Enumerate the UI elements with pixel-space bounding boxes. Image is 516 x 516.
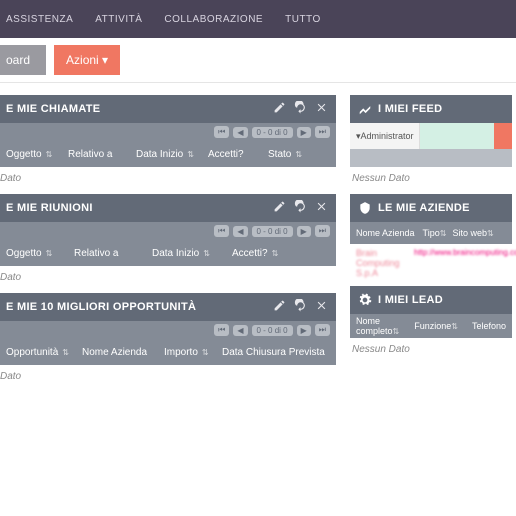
shield-icon <box>358 201 372 215</box>
col-stato[interactable]: Stato⇅ <box>268 149 316 160</box>
col-relativo[interactable]: Relativo a <box>74 248 152 259</box>
col-nome-azienda[interactable]: Nome Azienda <box>82 347 164 358</box>
pager-range: 0 - 0 di 0 <box>252 127 293 138</box>
table-row[interactable]: Brain Computing S.p.A http://www.brainco… <box>350 244 512 282</box>
col-telefono[interactable]: Telefono <box>472 321 506 331</box>
col-accetti[interactable]: Accetti? <box>208 149 268 160</box>
panel-title: E MIE CHIAMATE <box>6 103 273 115</box>
col-accetti[interactable]: Accetti?⇅ <box>232 248 292 259</box>
pager-first-icon[interactable]: ⏮ <box>214 126 229 138</box>
pager: ⏮ ◀ 0 - 0 di 0 ▶ ⏭ <box>0 222 336 240</box>
panel-opportunities: E MIE 10 MIGLIORI OPPORTUNITÀ ⏮ ◀ 0 - 0 … <box>0 293 336 388</box>
pager-first-icon[interactable]: ⏮ <box>214 225 229 237</box>
refresh-icon[interactable] <box>294 101 307 117</box>
feed-input[interactable] <box>420 123 494 149</box>
edit-icon[interactable] <box>273 299 286 315</box>
close-icon[interactable] <box>315 101 328 117</box>
col-relativo[interactable]: Relativo a <box>68 149 136 160</box>
col-oggetto[interactable]: Oggetto⇅ <box>6 149 68 160</box>
panel-aziende: LE MIE AZIENDE Nome Azienda Tipo⇅ Sito w… <box>350 194 512 282</box>
nav-tutto[interactable]: TUTTO <box>285 14 321 25</box>
no-data: Nessun Dato <box>350 338 512 361</box>
pager-prev-icon[interactable]: ◀ <box>233 127 247 138</box>
cell-name: Brain Computing S.p.A <box>356 248 396 278</box>
nav-assistenza[interactable]: ASSISTENZA <box>6 14 73 25</box>
sub-bar: oard Azioni ▾ <box>0 38 516 83</box>
feed-row: ▾Administrator <box>350 123 512 149</box>
col-funzione[interactable]: Funzione⇅ <box>414 321 458 331</box>
no-data: Dato <box>0 167 336 190</box>
pager-next-icon[interactable]: ▶ <box>297 226 311 237</box>
panel-title: I MIEI LEAD <box>378 294 504 306</box>
top-nav: ASSISTENZA ATTIVITÀ COLLABORAZIONE TUTTO <box>0 0 516 38</box>
pager-next-icon[interactable]: ▶ <box>297 127 311 138</box>
column-headers: Nome Azienda Tipo⇅ Sito web⇅ <box>350 222 512 244</box>
panel-title: LE MIE AZIENDE <box>378 202 504 214</box>
col-data-chiusura[interactable]: Data Chiusura Prevista <box>222 347 328 358</box>
pager: ⏮ ◀ 0 - 0 di 0 ▶ ⏭ <box>0 321 336 339</box>
no-data: Dato <box>0 266 336 289</box>
no-data: Dato <box>0 365 336 388</box>
pager-range: 0 - 0 di 0 <box>252 325 293 336</box>
column-headers: Oggetto⇅ Relativo a Data Inizio⇅ Accetti… <box>0 240 336 266</box>
col-opportunita[interactable]: Opportunità⇅ <box>6 347 82 358</box>
panel-leads: I MIEI LEAD Nome completo⇅ Funzione⇅ Tel… <box>350 286 512 361</box>
edit-icon[interactable] <box>273 200 286 216</box>
column-headers: Opportunità⇅ Nome Azienda Importo⇅ Data … <box>0 339 336 365</box>
refresh-icon[interactable] <box>294 200 307 216</box>
col-oggetto[interactable]: Oggetto⇅ <box>6 248 74 259</box>
column-headers: Oggetto⇅ Relativo a Data Inizio⇅ Accetti… <box>0 141 336 167</box>
no-data: Nessun Dato <box>350 167 512 190</box>
pager-first-icon[interactable]: ⏮ <box>214 324 229 336</box>
pager-range: 0 - 0 di 0 <box>252 226 293 237</box>
pager-next-icon[interactable]: ▶ <box>297 325 311 336</box>
pager-prev-icon[interactable]: ◀ <box>233 325 247 336</box>
nav-attivita[interactable]: ATTIVITÀ <box>95 14 142 25</box>
panel-title: E MIE RIUNIONI <box>6 202 273 214</box>
column-headers: Nome completo⇅ Funzione⇅ Telefono <box>350 314 512 338</box>
edit-icon[interactable] <box>273 101 286 117</box>
pager-last-icon[interactable]: ⏭ <box>315 225 330 237</box>
panel-feed: I MIEI FEED ▾Administrator Nessun Dato <box>350 95 512 190</box>
panel-title: I MIEI FEED <box>378 103 504 115</box>
col-nome-completo[interactable]: Nome completo⇅ <box>356 316 400 336</box>
col-sito-web[interactable]: Sito web⇅ <box>452 228 493 238</box>
feed-admin[interactable]: ▾Administrator <box>350 123 420 149</box>
col-tipo[interactable]: Tipo⇅ <box>423 228 447 238</box>
col-data-inizio[interactable]: Data Inizio⇅ <box>136 149 208 160</box>
panel-title: E MIE 10 MIGLIORI OPPORTUNITÀ <box>6 301 273 313</box>
pager: ⏮ ◀ 0 - 0 di 0 ▶ ⏭ <box>0 123 336 141</box>
col-importo[interactable]: Importo⇅ <box>164 347 222 358</box>
feed-action-button[interactable] <box>494 123 512 149</box>
actions-button[interactable]: Azioni ▾ <box>54 45 120 75</box>
chart-icon <box>358 102 372 116</box>
col-nome-azienda[interactable]: Nome Azienda <box>356 228 415 238</box>
panel-calls: E MIE CHIAMATE ⏮ ◀ 0 - 0 di 0 ▶ ⏭ Oggett… <box>0 95 336 190</box>
pager-prev-icon[interactable]: ◀ <box>233 226 247 237</box>
cell-link[interactable]: http://www.braincomputing.com <box>414 248 516 278</box>
pager-last-icon[interactable]: ⏭ <box>315 324 330 336</box>
panel-meetings: E MIE RIUNIONI ⏮ ◀ 0 - 0 di 0 ▶ ⏭ Oggett… <box>0 194 336 289</box>
nav-collaborazione[interactable]: COLLABORAZIONE <box>164 14 263 25</box>
gear-icon <box>358 293 372 307</box>
col-data-inizio[interactable]: Data Inizio⇅ <box>152 248 232 259</box>
dashboard-tab[interactable]: oard <box>0 45 46 75</box>
refresh-icon[interactable] <box>294 299 307 315</box>
feed-bar <box>350 149 512 167</box>
close-icon[interactable] <box>315 200 328 216</box>
close-icon[interactable] <box>315 299 328 315</box>
pager-last-icon[interactable]: ⏭ <box>315 126 330 138</box>
